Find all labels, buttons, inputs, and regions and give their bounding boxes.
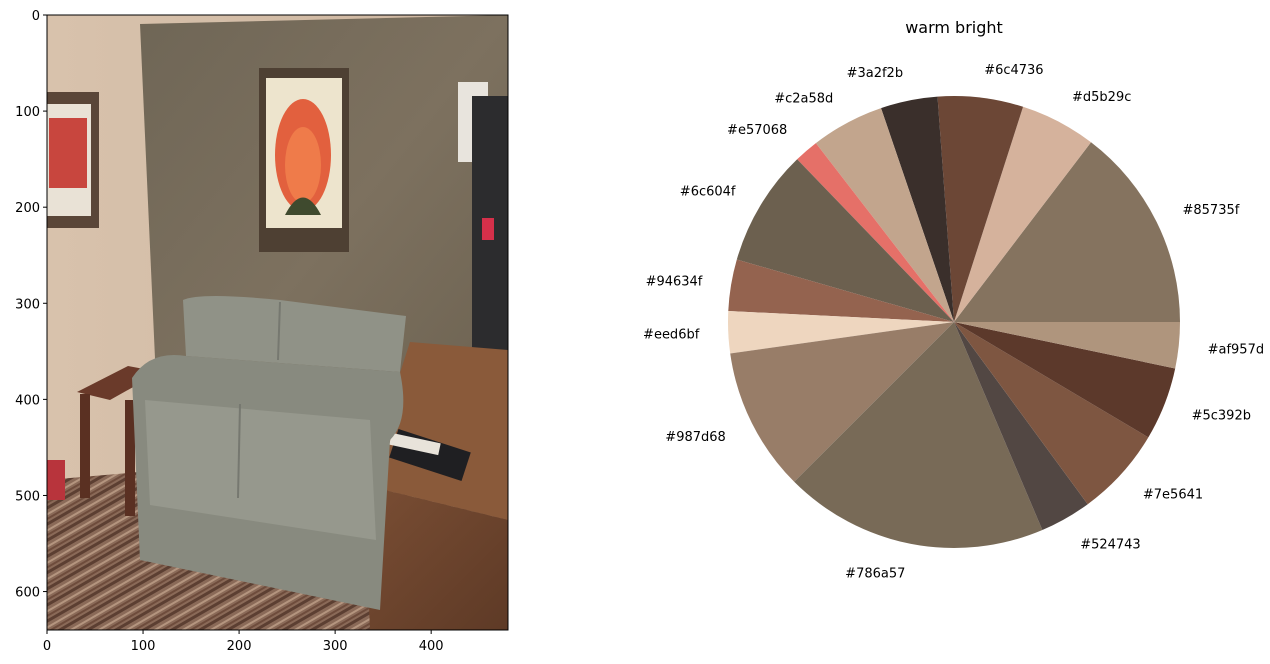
x-tick-label: 400 <box>419 639 444 654</box>
slice-label: #987d68 <box>665 430 726 445</box>
photo-x-ticks: 0 100 200 300 400 <box>43 630 444 654</box>
y-tick-label: 300 <box>15 297 40 312</box>
y-tick-label: 600 <box>15 586 40 601</box>
slice-label: #6c4736 <box>984 63 1043 78</box>
photo-y-ticks: 0 100 200 300 400 500 600 <box>15 9 47 601</box>
y-tick-label: 400 <box>15 393 40 408</box>
slice-label: #eed6bf <box>643 328 700 343</box>
slice-label: #af957d <box>1208 342 1265 357</box>
x-tick-label: 100 <box>131 639 156 654</box>
x-tick-label: 0 <box>43 639 51 654</box>
y-tick-label: 100 <box>15 105 40 120</box>
slice-label: #d5b29c <box>1072 90 1131 105</box>
slice-label: #6c604f <box>680 185 736 200</box>
slice-label: #85735f <box>1183 203 1240 218</box>
pie-slices <box>728 95 1180 549</box>
slice-label: #3a2f2b <box>847 66 904 81</box>
chart-title: warm bright <box>905 18 1003 37</box>
slice-label: #7e5641 <box>1143 487 1203 502</box>
pie-axes: warm bright #85735f #d5b29c #6c4736 #3a2f2b… <box>643 18 1264 581</box>
slice-label: #c2a58d <box>774 91 833 106</box>
slice-label: #5c392b <box>1192 409 1251 424</box>
slice-label: #94634f <box>646 274 703 289</box>
slice-label: #786a57 <box>845 566 905 581</box>
x-tick-label: 200 <box>227 639 252 654</box>
y-tick-label: 0 <box>32 9 40 24</box>
slice-label: #524743 <box>1080 538 1141 553</box>
photo-axes: 0 100 200 300 400 500 600 0 100 200 300 400 <box>15 9 509 654</box>
y-tick-label: 500 <box>15 489 40 504</box>
room-photo <box>47 15 508 630</box>
y-tick-label: 200 <box>15 201 40 216</box>
slice-label: #e57068 <box>727 123 787 138</box>
figure: 0 100 200 300 400 500 600 0 100 200 300 400 warm b… <box>15 9 1264 654</box>
x-tick-label: 300 <box>323 639 348 654</box>
